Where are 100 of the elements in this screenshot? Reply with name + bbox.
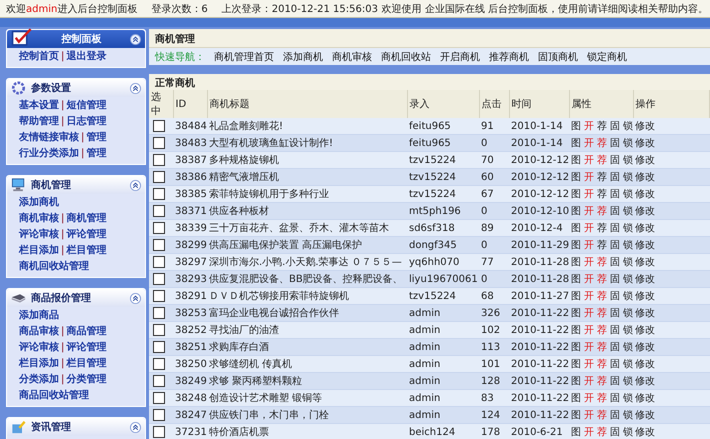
attribute-toggle[interactable]: 图 [571,119,581,133]
quick-nav-link[interactable]: 添加商机 [283,50,323,63]
attribute-toggle[interactable]: 荐 [597,119,607,133]
quick-nav-link[interactable]: 锁定商机 [587,50,627,63]
attribute-toggle[interactable]: 开 [584,357,594,371]
edit-link[interactable]: 修改 [635,172,655,183]
attribute-toggle[interactable]: 固 [610,255,620,269]
sidebar-link[interactable]: 商机回收站管理 [19,260,89,273]
sidebar-link[interactable]: 分类管理 [66,373,106,386]
sidebar-link[interactable]: 栏目添加 [19,244,59,257]
attribute-toggle[interactable]: 锁 [623,391,633,405]
attribute-toggle[interactable]: 荐 [597,221,607,235]
sidebar-link[interactable]: 退出登录 [66,50,106,63]
attribute-toggle[interactable]: 图 [571,323,581,337]
row-checkbox[interactable] [153,256,165,268]
edit-link[interactable]: 修改 [635,206,655,217]
attribute-toggle[interactable]: 锁 [623,255,633,269]
attribute-toggle[interactable]: 荐 [597,306,607,320]
edit-link[interactable]: 修改 [635,291,655,302]
attribute-toggle[interactable]: 固 [610,272,620,286]
attribute-toggle[interactable]: 开 [584,323,594,337]
attribute-toggle[interactable]: 固 [610,306,620,320]
attribute-toggle[interactable]: 开 [584,187,594,201]
attribute-toggle[interactable]: 荐 [597,289,607,303]
attribute-toggle[interactable]: 固 [610,374,620,388]
sidebar-link[interactable]: 评论管理 [66,228,106,241]
attribute-toggle[interactable]: 图 [571,255,581,269]
edit-link[interactable]: 修改 [635,325,655,336]
sidebar-link[interactable]: 商机审核 [19,212,59,225]
attribute-toggle[interactable]: 开 [584,255,594,269]
attribute-toggle[interactable]: 开 [584,238,594,252]
attribute-toggle[interactable]: 开 [584,204,594,218]
attribute-toggle[interactable]: 锁 [623,272,633,286]
attribute-toggle[interactable]: 锁 [623,306,633,320]
row-checkbox[interactable] [153,409,165,421]
attribute-toggle[interactable]: 固 [610,425,620,439]
attribute-toggle[interactable]: 荐 [597,391,607,405]
sidebar-link[interactable]: 商品管理 [66,325,106,338]
attribute-toggle[interactable]: 固 [610,153,620,167]
collapse-icon[interactable] [130,422,141,432]
sidebar-link[interactable]: 栏目添加 [19,357,59,370]
collapse-icon[interactable] [130,82,141,94]
attribute-toggle[interactable]: 图 [571,272,581,286]
edit-link[interactable]: 修改 [635,393,655,404]
attribute-toggle[interactable]: 图 [571,289,581,303]
sidebar-link[interactable]: 分类添加 [19,373,59,386]
sidebar-link[interactable]: 管理 [86,131,106,144]
row-checkbox[interactable] [153,120,165,132]
row-checkbox[interactable] [153,392,165,404]
quick-nav-link[interactable]: 推荐商机 [489,50,529,63]
attribute-toggle[interactable]: 固 [610,391,620,405]
edit-link[interactable]: 修改 [635,359,655,370]
edit-link[interactable]: 修改 [635,308,655,319]
attribute-toggle[interactable]: 荐 [597,170,607,184]
attribute-toggle[interactable]: 荐 [597,238,607,252]
edit-link[interactable]: 修改 [635,257,655,268]
row-checkbox[interactable] [153,171,165,183]
sidebar-link[interactable]: 控制首页 [19,50,59,63]
attribute-toggle[interactable]: 锁 [623,323,633,337]
attribute-toggle[interactable]: 图 [571,238,581,252]
edit-link[interactable]: 修改 [635,138,655,149]
attribute-toggle[interactable]: 图 [571,221,581,235]
attribute-toggle[interactable]: 锁 [623,289,633,303]
row-checkbox[interactable] [153,375,165,387]
attribute-toggle[interactable]: 锁 [623,221,633,235]
row-checkbox[interactable] [153,290,165,302]
attribute-toggle[interactable]: 开 [584,221,594,235]
attribute-toggle[interactable]: 固 [610,357,620,371]
attribute-toggle[interactable]: 荐 [597,374,607,388]
attribute-toggle[interactable]: 图 [571,357,581,371]
attribute-toggle[interactable]: 图 [571,374,581,388]
attribute-toggle[interactable]: 锁 [623,340,633,354]
attribute-toggle[interactable]: 图 [571,153,581,167]
attribute-toggle[interactable]: 开 [584,119,594,133]
attribute-toggle[interactable]: 固 [610,187,620,201]
row-checkbox[interactable] [153,273,165,285]
attribute-toggle[interactable]: 开 [584,340,594,354]
sidebar-link[interactable]: 行业分类添加 [19,147,79,160]
row-checkbox[interactable] [153,137,165,149]
row-checkbox[interactable] [153,307,165,319]
attribute-toggle[interactable]: 锁 [623,374,633,388]
sidebar-link[interactable]: 栏目管理 [66,357,106,370]
row-checkbox[interactable] [153,154,165,166]
row-checkbox[interactable] [153,341,165,353]
attribute-toggle[interactable]: 图 [571,170,581,184]
attribute-toggle[interactable]: 开 [584,374,594,388]
attribute-toggle[interactable]: 荐 [597,425,607,439]
sidebar-link[interactable]: 商品回收站管理 [19,389,89,402]
attribute-toggle[interactable]: 荐 [597,272,607,286]
attribute-toggle[interactable]: 锁 [623,153,633,167]
attribute-toggle[interactable]: 锁 [623,425,633,439]
attribute-toggle[interactable]: 荐 [597,153,607,167]
attribute-toggle[interactable]: 图 [571,391,581,405]
row-checkbox[interactable] [153,188,165,200]
attribute-toggle[interactable]: 固 [610,221,620,235]
attribute-toggle[interactable]: 荐 [597,204,607,218]
sidebar-link[interactable]: 商机管理 [66,212,106,225]
attribute-toggle[interactable]: 开 [584,136,594,150]
sidebar-link[interactable]: 添加商机 [19,196,59,209]
sidebar-link[interactable]: 帮助管理 [19,115,59,128]
